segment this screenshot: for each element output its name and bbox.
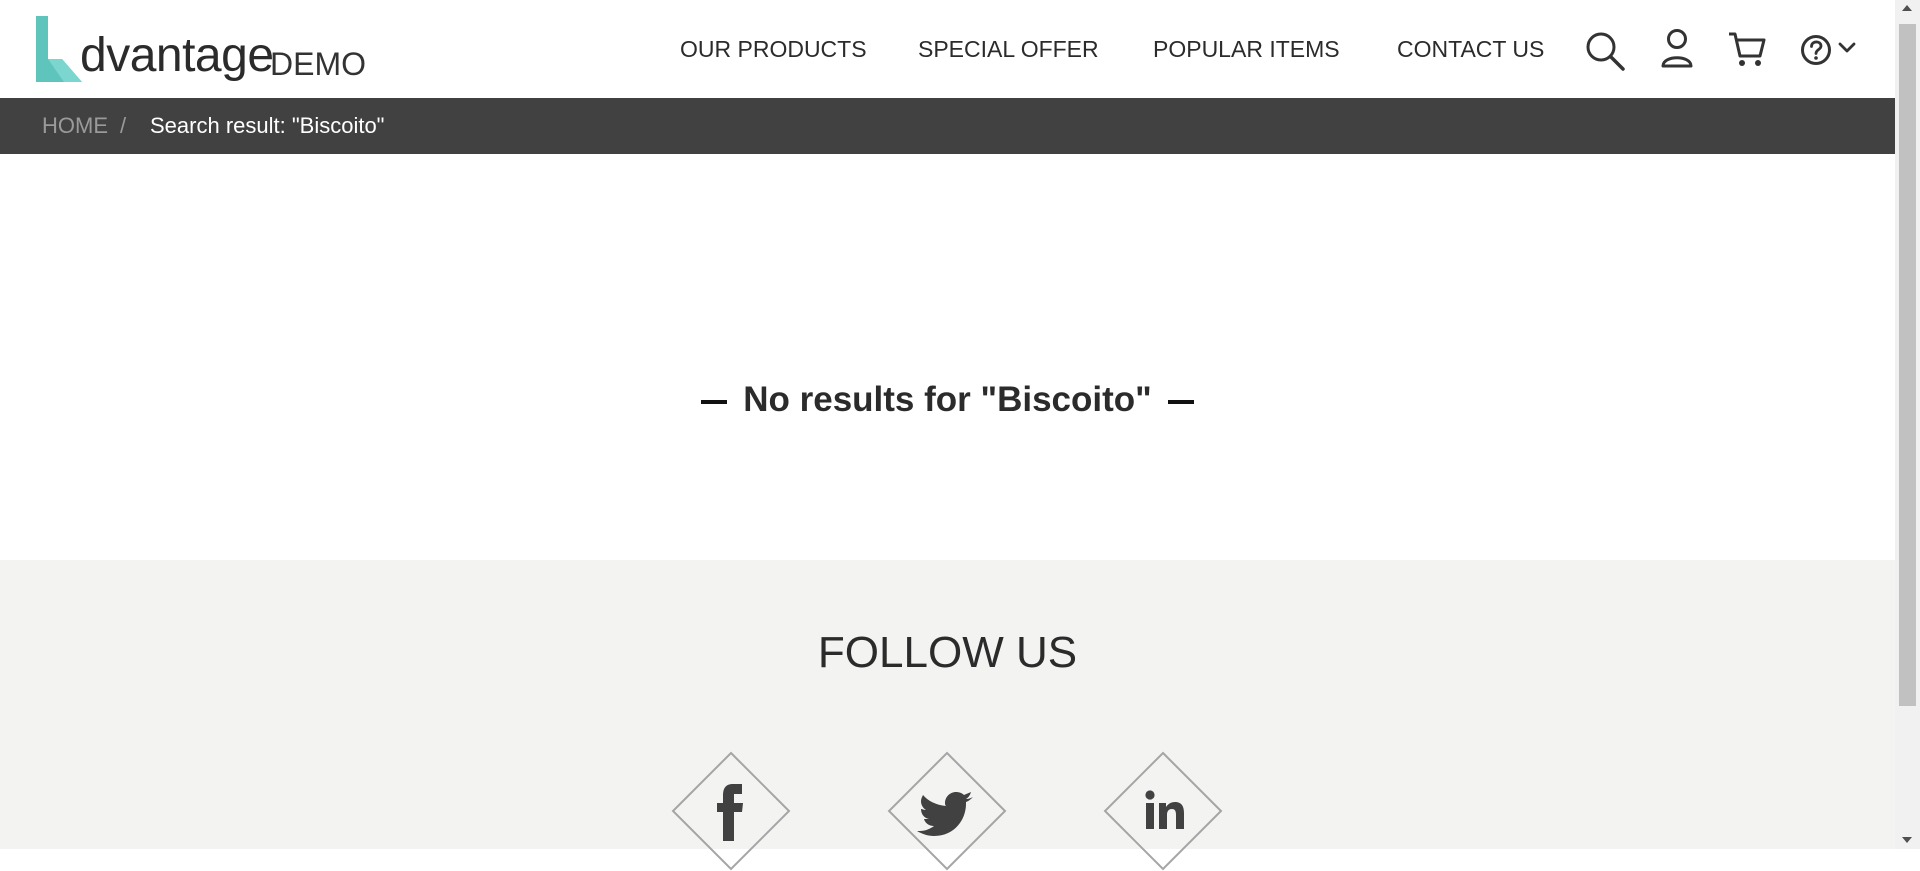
site-header: dvantage DEMO OUR PRODUCTS SPECIAL OFFER…	[0, 0, 1895, 98]
logo-demo-text: DEMO	[270, 46, 366, 82]
scrollbar-thumb[interactable]	[1899, 24, 1916, 706]
nav-our-products[interactable]: OUR PRODUCTS	[680, 36, 867, 64]
nav-special-offer[interactable]: SPECIAL OFFER	[918, 36, 1099, 64]
breadcrumb-current: Search result: "Biscoito"	[150, 113, 385, 138]
left-dash	[701, 399, 728, 404]
twitter-icon[interactable]	[887, 751, 1007, 871]
logo-text: dvantage	[80, 29, 274, 82]
chevron-down-icon[interactable]	[1838, 42, 1856, 54]
cart-icon[interactable]	[1727, 30, 1767, 68]
scroll-down-arrow-icon[interactable]	[1902, 837, 1912, 843]
breadcrumb-separator: /	[120, 113, 127, 138]
logo-mark-icon	[36, 16, 82, 82]
user-icon[interactable]	[1660, 28, 1694, 68]
no-results-text: No results for "Biscoito"	[743, 380, 1152, 419]
breadcrumb-home-link[interactable]: HOME	[42, 113, 108, 139]
nav-contact-us[interactable]: CONTACT US	[1397, 36, 1544, 64]
follow-us-title: FOLLOW US	[817, 628, 1078, 677]
help-icon[interactable]	[1800, 34, 1832, 66]
scroll-up-arrow-icon[interactable]	[1902, 5, 1912, 11]
facebook-icon[interactable]	[671, 751, 791, 871]
vertical-scrollbar[interactable]	[1895, 0, 1920, 849]
search-icon[interactable]	[1584, 30, 1626, 72]
breadcrumb: HOME / Search result: "Biscoito"	[0, 98, 1895, 154]
right-dash	[1167, 399, 1194, 404]
linkedin-icon[interactable]	[1103, 751, 1223, 871]
nav-popular-items[interactable]: POPULAR ITEMS	[1153, 36, 1340, 64]
no-results-message: No results for "Biscoito"	[0, 380, 1895, 420]
